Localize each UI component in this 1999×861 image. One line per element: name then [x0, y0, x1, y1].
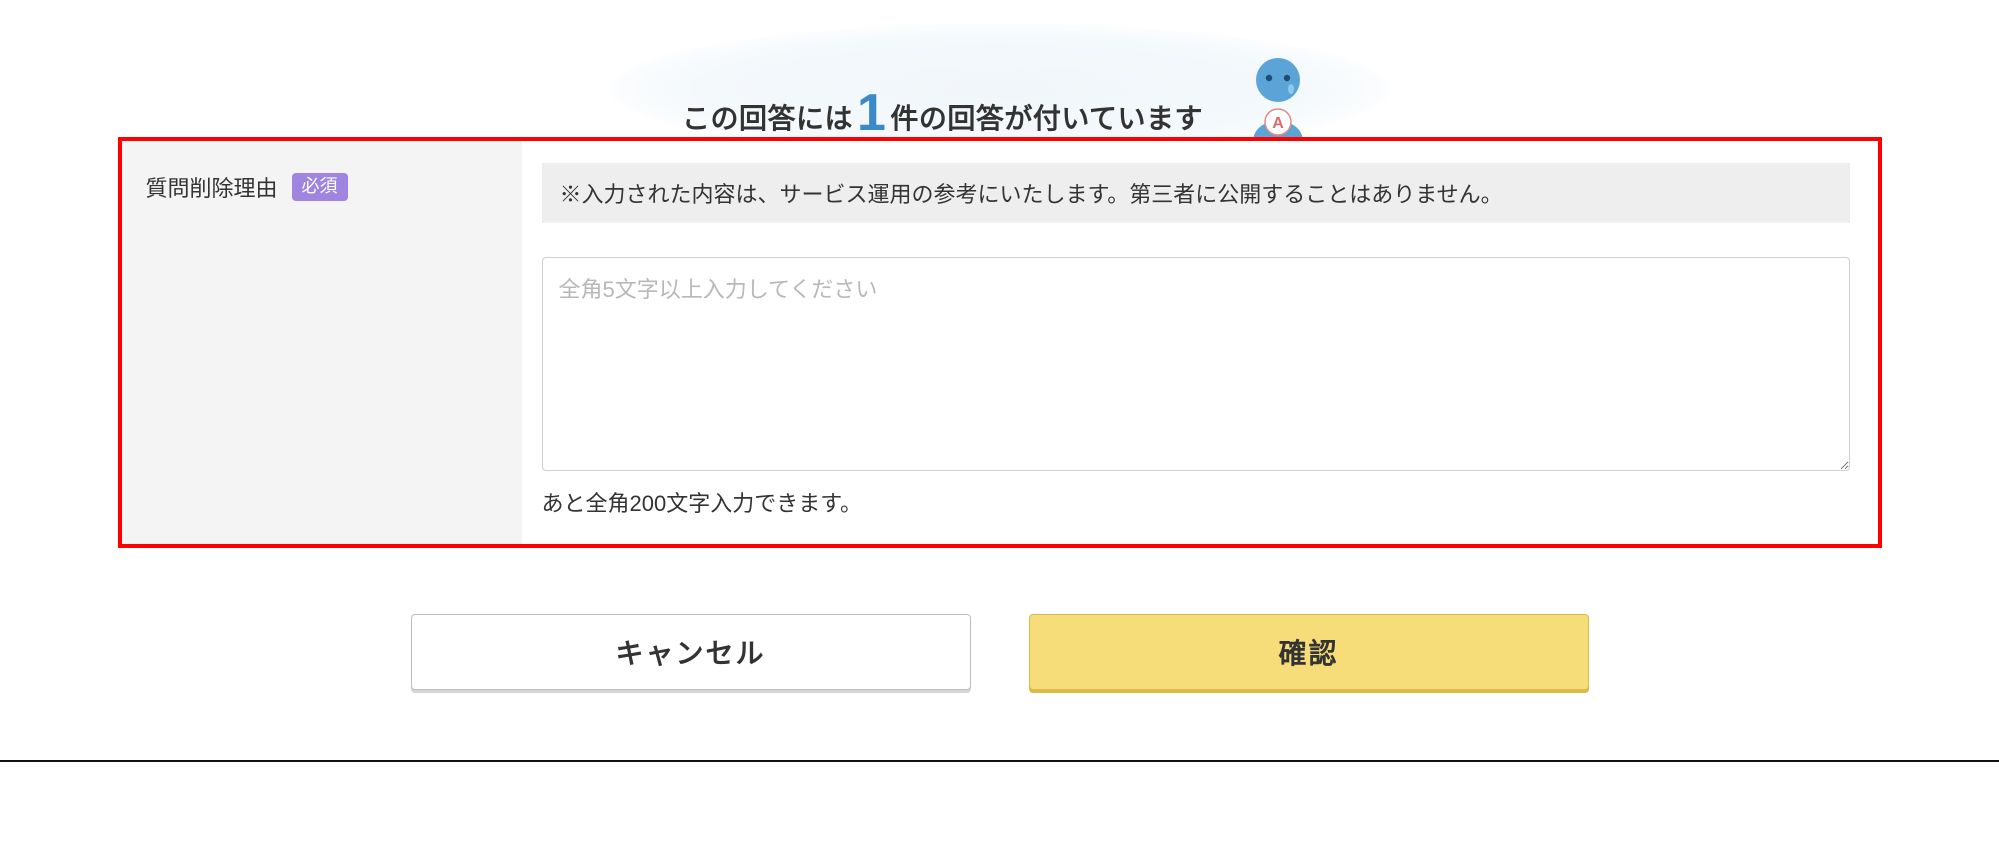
required-badge: 必須 [292, 173, 348, 201]
form-label-column: 質問削除理由 必須 [122, 141, 522, 544]
cancel-button[interactable]: キャンセル [411, 614, 971, 690]
banner: この回答には 1 件の回答が付いています A [682, 30, 1317, 143]
form-input-column: ※入力された内容は、サービス運用の参考にいたします。第三者に公開することはありま… [522, 141, 1878, 544]
reason-label: 質問削除理由 [146, 171, 278, 203]
form-frame: 質問削除理由 必須 ※入力された内容は、サービス運用の参考にいたします。第三者に… [118, 137, 1882, 548]
page-root: この回答には 1 件の回答が付いています A 質問削除理由 [0, 0, 1999, 822]
banner-prefix: この回答には [682, 97, 853, 137]
banner-count: 1 [853, 87, 890, 139]
button-row: キャンセル 確認 [0, 614, 1999, 690]
svg-text:A: A [1272, 115, 1284, 132]
label-row: 質問削除理由 必須 [146, 171, 498, 203]
reason-textarea[interactable] [542, 257, 1850, 471]
char-count-hint: あと全角200文字入力できます。 [542, 486, 1850, 518]
banner-text: この回答には 1 件の回答が付いています [682, 85, 1203, 143]
notice-bar: ※入力された内容は、サービス運用の参考にいたします。第三者に公開することはありま… [542, 163, 1850, 223]
divider [0, 760, 1999, 762]
mascot-icon: A [1239, 56, 1317, 147]
banner-suffix: 件の回答が付いています [890, 97, 1203, 137]
confirm-button[interactable]: 確認 [1029, 614, 1589, 690]
banner-wrap: この回答には 1 件の回答が付いています A [0, 30, 1999, 143]
